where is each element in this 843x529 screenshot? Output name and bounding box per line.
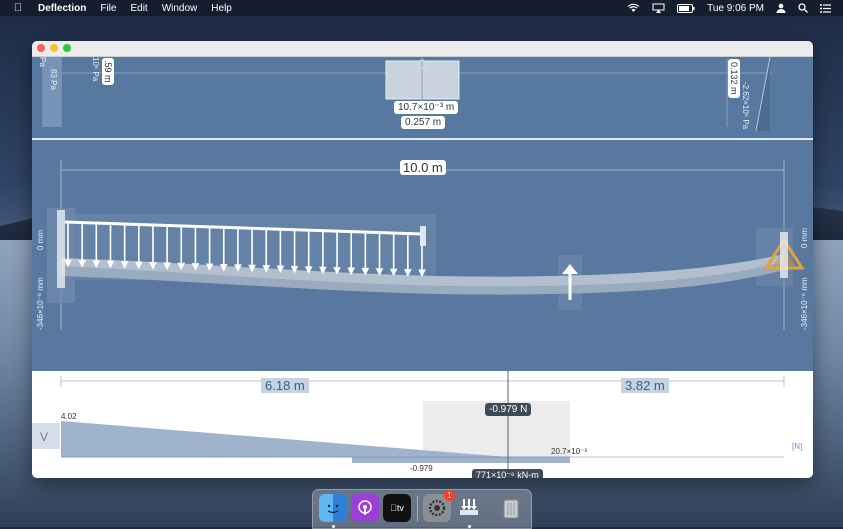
left-deflection-bottom-label: -346×10⁻⁶ mm — [36, 277, 45, 330]
left-length-label[interactable]: 6.18 m — [261, 378, 309, 393]
finder-icon[interactable] — [319, 494, 347, 528]
left-deflection-top-label: 0 mm — [36, 230, 45, 250]
airplay-icon[interactable] — [652, 3, 665, 13]
small-value-label: 20.7×10⁻³ — [551, 447, 588, 456]
max-value-label: 4.02 — [61, 412, 77, 421]
trash-icon[interactable] — [497, 494, 525, 522]
system-preferences-icon[interactable]: 1 — [423, 490, 455, 522]
app-menu[interactable]: Deflection — [38, 3, 86, 14]
menu-bar:  Deflection File Edit Window Help Tue 9… — [0, 0, 843, 16]
section-width-label[interactable]: 0.257 m — [401, 116, 446, 129]
menu-help[interactable]: Help — [211, 3, 232, 14]
section-right-stress-label: -2.62×10⁶ Pa — [741, 82, 750, 130]
notification-center-icon[interactable] — [820, 3, 831, 13]
podcasts-icon[interactable] — [351, 494, 379, 522]
apple-menu-icon[interactable]:  — [10, 2, 26, 14]
notification-badge: 1 — [444, 490, 455, 501]
battery-icon[interactable] — [677, 3, 695, 13]
menu-window[interactable]: Window — [162, 3, 198, 14]
dock-separator — [417, 496, 418, 522]
section-depth-label[interactable]: 10.7×10⁻³ m — [394, 101, 459, 114]
dock: tv 1 — [312, 489, 532, 529]
close-button[interactable] — [37, 44, 45, 52]
right-length-label[interactable]: 3.82 m — [621, 378, 669, 393]
section-stress-label-b: 83 Pa — [49, 69, 58, 90]
search-icon[interactable] — [798, 3, 808, 13]
shear-diagram-graphic — [32, 371, 785, 478]
wifi-icon[interactable] — [627, 3, 640, 13]
menu-edit[interactable]: Edit — [130, 3, 147, 14]
section-stress-label-a: Pa — [38, 57, 47, 67]
shear-diagram-panel[interactable]: 6.18 m 3.82 m -0.979 N 771×10⁻⁶ kN-m V [… — [32, 371, 813, 478]
deflection-window: Pa 83 Pa 10⁶ Pa .59 m 10.7×10⁻³ m 0.257 … — [32, 41, 813, 478]
right-deflection-top-label: 0 mm — [800, 228, 809, 248]
minimize-button[interactable] — [50, 44, 58, 52]
apple-tv-icon[interactable]: tv — [383, 494, 411, 522]
section-stress-panel[interactable]: Pa 83 Pa 10⁶ Pa .59 m 10.7×10⁻³ m 0.257 … — [32, 57, 813, 138]
user-icon[interactable] — [776, 3, 786, 13]
diagram-type-label[interactable]: V — [40, 430, 48, 444]
menu-file[interactable]: File — [100, 3, 116, 14]
span-length-label[interactable]: 10.0 m — [400, 160, 446, 175]
moment-value-label: 771×10⁻⁶ kN-m — [472, 469, 543, 478]
clock[interactable]: Tue 9:06 PM — [707, 3, 764, 14]
right-deflection-bottom-label: -346×10⁻⁶ mm — [800, 277, 809, 330]
section-right-height-label[interactable]: 0.132 m — [728, 59, 740, 98]
cursor-value-label: -0.979 N — [485, 403, 532, 416]
min-value-label: -0.979 — [410, 464, 433, 473]
status-area: Tue 9:06 PM — [627, 0, 831, 16]
section-stress-label-c: 10⁶ Pa — [91, 57, 100, 82]
deflection-app-icon[interactable] — [455, 494, 483, 528]
title-bar[interactable] — [32, 41, 813, 57]
zoom-button[interactable] — [63, 44, 71, 52]
diagram-unit-label: [N] — [792, 442, 803, 451]
beam-panel[interactable]: 10.0 m 0 mm -346×10⁻⁶ mm 0 mm -346×10⁻⁶ … — [32, 140, 813, 470]
section-height-label[interactable]: .59 m — [102, 58, 114, 85]
